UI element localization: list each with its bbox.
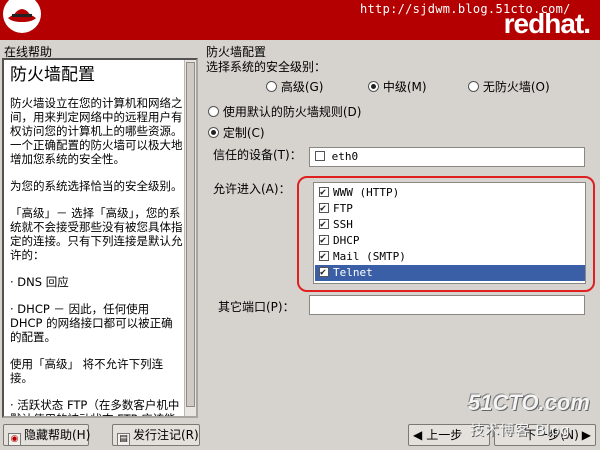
arrow-left-icon: ◀ <box>413 428 423 442</box>
trusted-device-label: eth0 <box>331 150 359 163</box>
rule-option-label: 定制(C) <box>222 126 265 140</box>
help-paragraph: 为您的系统选择恰当的安全级别。 <box>10 179 183 193</box>
rule-option-label: 使用默认的防火墙规则(D) <box>222 105 362 119</box>
trusted-device-eth0[interactable]: eth0 <box>315 150 358 163</box>
watermark-51cto: 51CTO.com <box>468 390 590 415</box>
level-option-high[interactable]: 高级(G) <box>266 78 324 95</box>
trusted-devices-list[interactable]: eth0 <box>309 147 585 167</box>
redhat-logo-icon <box>3 0 41 33</box>
arrow-right-icon: ▶ <box>581 428 591 442</box>
help-pane: 防火墙配置 防火墙设立在您的计算机和网络之间，用来判定网络中的远程用户有权访问您… <box>2 58 198 418</box>
help-paragraph: · 活跃状态 FTP（在多数客户机中默认使用的被动状态 FTP 应该能够正常工作… <box>10 398 180 416</box>
release-notes-button[interactable]: ▤ 发行注记(R) <box>112 424 200 446</box>
help-paragraph: 使用「高级」 将不允许下列连接。 <box>10 357 164 385</box>
radio-icon <box>208 106 219 117</box>
trusted-devices-label: 信任的设备(T)： <box>213 148 302 162</box>
document-icon: ▤ <box>117 433 130 446</box>
level-option-label: 高级(G) <box>280 80 324 94</box>
level-option-none[interactable]: 无防火墙(O) <box>468 78 550 95</box>
level-option-label: 无防火墙(O) <box>482 80 550 94</box>
hide-help-label: 隐藏帮助(H) <box>24 428 91 442</box>
rule-option-default[interactable]: 使用默认的防火墙规则(D) <box>208 103 361 120</box>
highlight-ring <box>297 176 595 292</box>
rule-option-custom[interactable]: 定制(C) <box>208 124 265 141</box>
level-option-label: 中级(M) <box>382 80 427 94</box>
other-ports-label: 其它端口(P)： <box>218 300 295 314</box>
radio-selected-icon <box>368 81 379 92</box>
help-paragraph: 防火墙设立在您的计算机和网络之间，用来判定网络中的远程用户有权访问您的计算机上的… <box>10 96 183 166</box>
help-title: 防火墙配置 <box>10 65 95 85</box>
hide-help-button[interactable]: ◉ 隐藏帮助(H) <box>3 424 91 446</box>
brand-wordmark: redhat. <box>503 8 591 39</box>
security-level-label: 选择系统的安全级别： <box>206 60 327 74</box>
help-paragraph: · DHCP － 因此，任何使用 DHCP 的网络接口都可以被正确的配置。 <box>10 302 173 344</box>
other-ports-input[interactable] <box>309 295 585 315</box>
installer-window: http://sjdwm.blog.51cto.com/ redhat. 在线帮… <box>0 0 600 450</box>
help-paragraph: · DNS 回应 <box>10 275 69 289</box>
help-content: 防火墙配置 防火墙设立在您的计算机和网络之间，用来判定网络中的远程用户有权访问您… <box>10 64 184 416</box>
header-banner: http://sjdwm.blog.51cto.com/ redhat. <box>0 0 600 40</box>
radio-icon <box>266 81 277 92</box>
help-paragraph: 「高级」－ 选择「高级」，您的系统就不会接受那些没有被您具体指定的连接。只有下列… <box>10 206 183 262</box>
back-label: 上一步 <box>426 428 463 442</box>
help-scrollbar-thumb[interactable] <box>186 62 195 407</box>
allow-incoming-label: 允许进入(A)： <box>213 182 291 196</box>
help-scrollbar[interactable] <box>184 60 196 416</box>
release-notes-label: 发行注记(R) <box>133 428 199 442</box>
level-option-medium[interactable]: 中级(M) <box>368 78 427 95</box>
radio-selected-icon <box>208 127 219 138</box>
checkbox-icon <box>315 151 325 161</box>
lifebuoy-icon: ◉ <box>8 433 21 446</box>
radio-icon <box>468 81 479 92</box>
watermark-blog: 技术博客 Blog <box>470 423 571 439</box>
